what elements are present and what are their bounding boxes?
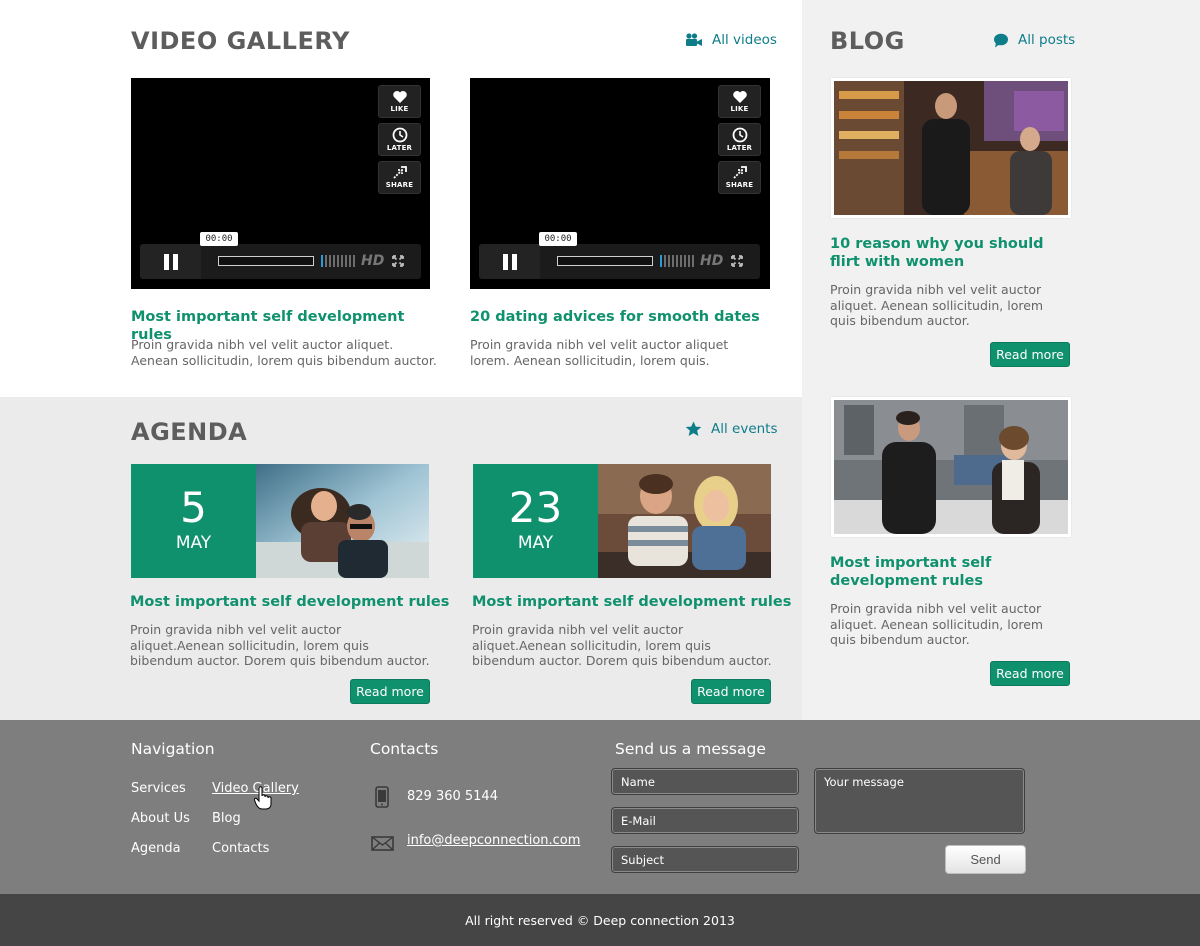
all-videos-label: All videos [712, 32, 777, 48]
later-button[interactable]: LATER [718, 123, 761, 156]
video-player[interactable]: LIKE LATER SHARE 00:00 HD [131, 78, 430, 289]
read-more-button[interactable]: Read more [691, 679, 771, 704]
video-controls: 00:00 HD [140, 232, 421, 279]
event-date: 5 MAY [131, 464, 256, 578]
event-day: 23 [508, 483, 563, 532]
envelope-icon [371, 836, 394, 851]
event-title-link[interactable]: Most important self development rules [472, 593, 792, 611]
blog-post-image [831, 397, 1071, 537]
fullscreen-icon[interactable] [731, 255, 743, 267]
all-events-link[interactable]: All events [685, 421, 778, 437]
blog-post-excerpt: Proin gravida nibh vel velit auctor aliq… [830, 282, 1044, 328]
event-title-link[interactable]: Most important self development rules [130, 593, 450, 611]
heart-icon [732, 91, 747, 103]
like-label: LIKE [730, 105, 749, 113]
footer-link-about-us[interactable]: About Us [131, 811, 190, 826]
video-gallery-title: VIDEO GALLERY [131, 27, 350, 55]
share-label: SHARE [385, 181, 414, 189]
share-button[interactable]: SHARE [718, 161, 761, 194]
subject-input[interactable] [611, 846, 799, 873]
contact-email-link[interactable]: info@deepconnection.com [407, 833, 580, 848]
heart-icon [392, 91, 407, 103]
video-progress-bar[interactable] [557, 256, 653, 266]
read-more-button[interactable]: Read more [990, 661, 1070, 686]
video-title-link[interactable]: 20 dating advices for smooth dates [470, 308, 780, 326]
speech-bubble-icon [994, 33, 1008, 47]
volume-control[interactable] [660, 255, 694, 267]
navigation-heading: Navigation [131, 740, 215, 758]
fullscreen-icon[interactable] [392, 255, 404, 267]
blog-post-title-link[interactable]: 10 reason why you should flirt with wome… [830, 235, 1070, 271]
event-description: Proin gravida nibh vel velit auctor aliq… [472, 622, 772, 668]
video-controls: 00:00 HD [479, 232, 760, 279]
pause-button[interactable] [479, 244, 540, 279]
hd-toggle[interactable]: HD [700, 253, 723, 269]
volume-control[interactable] [321, 255, 355, 267]
like-button[interactable]: LIKE [718, 85, 761, 118]
later-label: LATER [386, 144, 413, 152]
event-month: MAY [175, 533, 212, 553]
all-videos-link[interactable]: All videos [685, 32, 777, 48]
clock-icon [732, 127, 747, 143]
event-photo [598, 464, 771, 578]
send-message-heading: Send us a message [615, 740, 766, 758]
blog-title: BLOG [830, 27, 905, 55]
footer-link-blog[interactable]: Blog [212, 811, 241, 826]
event-description: Proin gravida nibh vel velit auctor aliq… [130, 622, 430, 668]
read-more-button[interactable]: Read more [990, 342, 1070, 367]
later-button[interactable]: LATER [378, 123, 421, 156]
event-month: MAY [517, 533, 554, 553]
blog-post-image [831, 78, 1071, 218]
send-button[interactable]: Send [945, 845, 1026, 874]
share-icon [392, 166, 407, 179]
contacts-heading: Contacts [370, 740, 439, 758]
video-description: Proin gravida nibh vel velit auctor aliq… [470, 337, 729, 368]
later-label: LATER [726, 144, 753, 152]
star-icon [685, 421, 702, 436]
all-posts-link[interactable]: All posts [993, 32, 1075, 48]
all-posts-label: All posts [1018, 32, 1076, 48]
email-input[interactable] [611, 807, 799, 834]
video-time: 00:00 [200, 232, 238, 246]
event-date: 23 MAY [473, 464, 598, 578]
blog-post-excerpt: Proin gravida nibh vel velit auctor aliq… [830, 601, 1044, 647]
copyright-text: All right reserved © Deep connection 201… [465, 913, 735, 928]
contact-phone: 829 360 5144 [407, 789, 498, 804]
all-events-label: All events [711, 421, 778, 437]
share-icon [732, 166, 747, 179]
footer-link-agenda[interactable]: Agenda [131, 841, 181, 856]
pause-icon [163, 253, 169, 270]
video-description: Proin gravida nibh vel velit auctor aliq… [131, 337, 437, 368]
share-button[interactable]: SHARE [378, 161, 421, 194]
hd-toggle[interactable]: HD [361, 253, 384, 269]
clock-icon [392, 127, 407, 143]
message-textarea[interactable] [814, 768, 1025, 834]
pause-button[interactable] [140, 244, 201, 279]
footer-link-services[interactable]: Services [131, 781, 186, 796]
mobile-phone-icon [375, 786, 389, 808]
video-player[interactable]: LIKE LATER SHARE 00:00 HD [470, 78, 770, 289]
event-photo [256, 464, 429, 578]
like-button[interactable]: LIKE [378, 85, 421, 118]
read-more-button[interactable]: Read more [350, 679, 430, 704]
name-input[interactable] [611, 768, 799, 795]
hand-cursor-icon [254, 786, 272, 810]
event-day: 5 [180, 483, 207, 532]
video-progress-bar[interactable] [218, 256, 314, 266]
video-time: 00:00 [539, 232, 577, 246]
like-label: LIKE [390, 105, 409, 113]
pause-icon [502, 253, 508, 270]
footer-link-contacts[interactable]: Contacts [212, 841, 269, 856]
agenda-title: AGENDA [131, 418, 248, 446]
blog-post-title-link[interactable]: Most important self development rules [830, 554, 1070, 590]
share-label: SHARE [725, 181, 754, 189]
video-camera-icon [686, 33, 702, 46]
